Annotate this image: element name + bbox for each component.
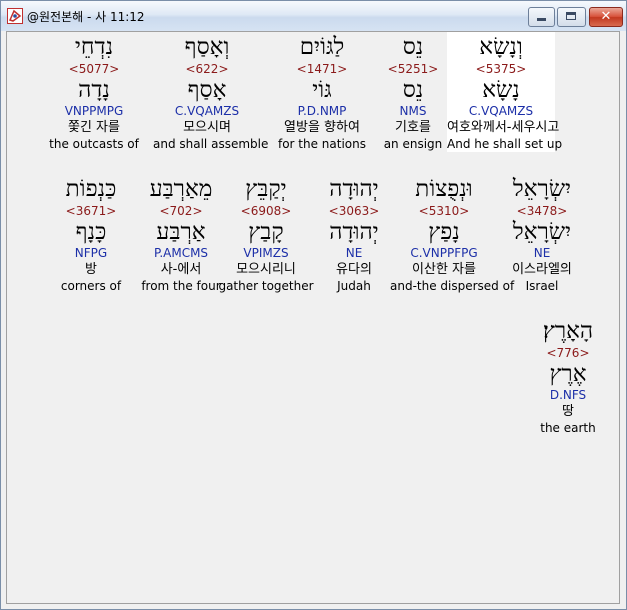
- english-gloss: for the nations: [277, 137, 367, 151]
- parsing-code: VNPPMPG: [64, 104, 124, 118]
- strong-number: <622>: [185, 62, 229, 76]
- parsing-code: P.D.NMP: [297, 104, 347, 118]
- word-block[interactable]: יִשְׂרָאֵל <3478> יִשְׂרָאֵל NE 이스라엘의 Israel: [488, 174, 596, 294]
- parsing-code: NFPG: [74, 246, 108, 260]
- word-block[interactable]: נִדְחֵי <5077> נָדָה VNPPMPG 쫓긴 자를 the outcas…: [40, 32, 148, 152]
- strong-number: <776>: [546, 346, 590, 360]
- strong-number: <3478>: [516, 204, 568, 218]
- strong-number: <3671>: [65, 204, 117, 218]
- app-window: @원전본해 - 사 11:12 ✕ וְנָשָׂא <5375> נָשָׂא C.…: [0, 0, 627, 610]
- minimize-button[interactable]: [528, 7, 555, 27]
- word-block[interactable]: וְאָסַף <622> אָסַף C.VQAMZS 모으시며 and shall a…: [153, 32, 269, 152]
- window-title: @원전본해 - 사 11:12: [27, 10, 145, 24]
- english-gloss: corners of: [60, 279, 122, 293]
- word-block[interactable]: הָאָרֶץ׃ <776> אֶרֶץ D.NFS 땅 the earth: [514, 316, 622, 436]
- lexeme-word: כָּנָף: [75, 219, 107, 245]
- word-block[interactable]: לַגּוֹיִם <1471> גּוֹי P.D.NMP 열방을 향하여 for th…: [268, 32, 376, 152]
- hebrew-word: הָאָרֶץ׃: [542, 318, 594, 344]
- hebrew-word: וְאָסַף: [184, 34, 230, 60]
- close-button[interactable]: ✕: [589, 7, 623, 27]
- strong-number: <5077>: [68, 62, 120, 76]
- maximize-icon: [566, 12, 576, 20]
- english-gloss: the outcasts of: [49, 137, 139, 151]
- maximize-button[interactable]: [557, 7, 586, 27]
- hebrew-word: נִדְחֵי: [74, 34, 114, 60]
- parsing-code: D.NFS: [549, 388, 587, 402]
- parsing-code: NE: [533, 246, 551, 260]
- korean-gloss: 땅: [562, 404, 574, 419]
- word-block[interactable]: כַּנְפוֹת <3671> כָּנָף NFPG 방 corners of: [37, 174, 145, 294]
- korean-gloss: 방: [85, 262, 97, 277]
- english-gloss: and shall assemble: [153, 137, 269, 151]
- hebrew-word: לַגּוֹיִם: [299, 34, 345, 60]
- hebrew-word: יִשְׂרָאֵל: [512, 176, 572, 202]
- korean-gloss: 모으시며: [183, 120, 231, 135]
- english-gloss: the earth: [540, 421, 596, 435]
- strong-number: <1471>: [296, 62, 348, 76]
- korean-gloss: 이스라엘의: [512, 262, 572, 277]
- lexeme-word: נָדָה: [78, 77, 110, 103]
- close-icon: ✕: [600, 9, 612, 24]
- korean-gloss: 열방을 향하여: [284, 120, 360, 135]
- interlinear-panel: וְנָשָׂא <5375> נָשָׂא C.VQAMZS 여호와께서-세우시고 An…: [6, 31, 620, 604]
- minimize-icon: [537, 18, 546, 21]
- title-bar[interactable]: @원전본해 - 사 11:12 ✕: [1, 1, 626, 31]
- lexeme-word: יִשְׂרָאֵל: [512, 219, 572, 245]
- lexeme-word: גּוֹי: [312, 77, 332, 103]
- lexeme-word: אֶרֶץ: [549, 361, 587, 387]
- app-logo-icon: [7, 8, 23, 24]
- parsing-code: C.VQAMZS: [174, 104, 240, 118]
- korean-gloss: 쫓긴 자를: [68, 120, 120, 135]
- lexeme-word: אָסַף: [187, 77, 227, 103]
- hebrew-word: כַּנְפוֹת: [65, 176, 117, 202]
